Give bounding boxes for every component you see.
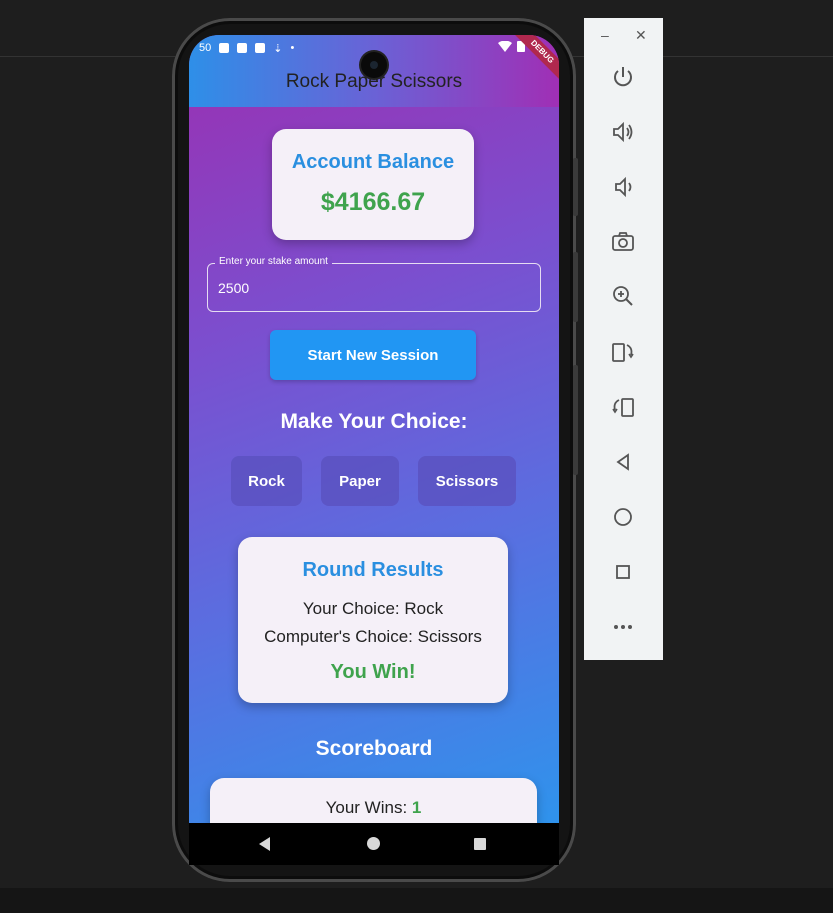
volume-down-button[interactable] [606, 170, 640, 204]
more-icon [614, 625, 632, 629]
start-session-button[interactable]: Start New Session [270, 330, 476, 380]
dot-status-icon: • [290, 42, 295, 54]
round-results-card: Round Results Your Choice: Rock Computer… [238, 537, 508, 703]
rotate-right-icon [612, 398, 634, 417]
back-icon [616, 453, 629, 471]
scissors-button[interactable]: Scissors [418, 456, 516, 506]
camera-icon [612, 232, 634, 251]
choice-heading: Make Your Choice: [280, 410, 468, 433]
volume-up-button[interactable] [606, 115, 640, 149]
computer-choice-text: Computer's Choice: Scissors [264, 627, 482, 646]
notification-status-icon [237, 43, 248, 53]
home-icon [614, 508, 632, 526]
nav-home-icon[interactable] [367, 837, 380, 850]
your-choice-text: Your Choice: Rock [302, 599, 444, 618]
emulator-toolbar: – ✕ [584, 18, 663, 660]
app-screen: 50 ⇣ • DEBUG Rock Paper Scissors Account… [189, 35, 559, 823]
front-camera [361, 52, 387, 78]
home-button[interactable] [606, 500, 640, 534]
status-bar: 50 ⇣ • [199, 39, 294, 57]
zoom-button[interactable] [606, 279, 640, 313]
rotate-left-button[interactable] [606, 335, 640, 369]
balance-card: Account Balance $4166.67 [272, 129, 474, 240]
settings-status-icon [219, 43, 230, 53]
rotate-left-icon [612, 343, 634, 362]
emulator-toolbar-header: – ✕ [584, 18, 663, 54]
phone-volume-button [573, 252, 578, 322]
wins-label: Your Wins: [325, 798, 412, 817]
stake-input[interactable] [218, 280, 518, 296]
editor-bottom-bar [0, 888, 833, 913]
nav-back-icon[interactable] [259, 837, 270, 851]
back-button[interactable] [606, 445, 640, 479]
phone-side-button [573, 365, 578, 475]
overview-icon [616, 565, 630, 579]
minimize-button[interactable]: – [601, 27, 609, 43]
balance-title: Account Balance [291, 151, 455, 173]
close-button[interactable]: ✕ [635, 27, 647, 44]
volume-down-icon [615, 176, 632, 198]
shield-status-icon [255, 43, 266, 53]
usb-status-icon: ⇣ [273, 42, 283, 55]
screenshot-button[interactable] [606, 225, 640, 259]
scoreboard-heading: Scoreboard [315, 737, 433, 760]
results-title: Round Results [302, 559, 444, 581]
rotate-right-button[interactable] [606, 390, 640, 424]
nav-recents-icon[interactable] [474, 838, 486, 850]
status-time: 50 [199, 42, 212, 54]
phone-power-button [573, 158, 578, 216]
wifi-icon [498, 40, 512, 52]
more-button[interactable] [606, 610, 640, 644]
scoreboard-card: Your Wins: 1 [210, 778, 537, 823]
android-nav-bar [189, 823, 559, 865]
overview-button[interactable] [606, 555, 640, 589]
power-icon [614, 67, 632, 87]
round-outcome: You Win! [330, 661, 416, 683]
volume-up-icon [613, 121, 633, 143]
stake-input-field[interactable]: Enter your stake amount [207, 256, 541, 312]
wins-line: Your Wins: 1 [210, 798, 537, 818]
rock-button[interactable]: Rock [231, 456, 302, 506]
power-button[interactable] [606, 60, 640, 94]
paper-button[interactable]: Paper [321, 456, 399, 506]
zoom-icon [613, 286, 633, 306]
wins-value: 1 [411, 798, 422, 817]
stake-input-label: Enter your stake amount [215, 256, 332, 267]
balance-amount: $4166.67 [320, 188, 426, 216]
